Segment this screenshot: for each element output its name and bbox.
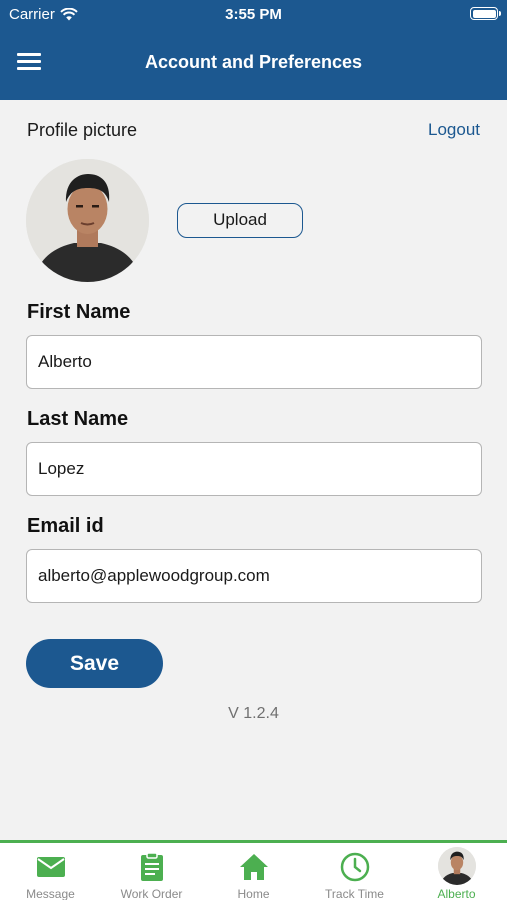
last-name-field[interactable]: Lopez — [26, 442, 482, 496]
email-field[interactable]: alberto@applewoodgroup.com — [26, 549, 482, 603]
home-icon — [239, 854, 268, 880]
tab-work-order[interactable]: Work Order — [101, 843, 202, 900]
status-bar: Carrier 3:55 PM — [0, 0, 507, 28]
clipboard-icon — [140, 852, 163, 881]
page-title: Account and Preferences — [144, 52, 363, 72]
clock-icon — [340, 852, 369, 882]
tab-work-order-label: Work Order — [120, 887, 183, 900]
app-version: V 1.2.4 — [228, 705, 279, 722]
bottom-tab-bar: Message Work Order Home Track Time Alber… — [0, 840, 507, 900]
profile-avatar — [26, 159, 149, 282]
save-button[interactable]: Save — [26, 639, 163, 688]
first-name-field[interactable]: Alberto — [26, 335, 482, 389]
battery-icon — [470, 7, 501, 20]
email-label: Email id — [27, 515, 104, 537]
first-name-label: First Name — [27, 301, 131, 323]
tab-home-label: Home — [237, 887, 270, 900]
logout-link[interactable]: Logout — [428, 120, 480, 140]
tab-track-time-label: Track Time — [325, 887, 384, 900]
envelope-icon — [36, 857, 65, 877]
tab-home[interactable]: Home — [203, 843, 304, 900]
upload-button[interactable]: Upload — [177, 203, 303, 238]
person-photo-icon — [26, 159, 149, 282]
tab-message-label: Message — [26, 887, 75, 900]
tab-profile[interactable]: Alberto — [406, 843, 507, 900]
avatar — [437, 847, 476, 885]
tab-track-time[interactable]: Track Time — [304, 843, 405, 900]
last-name-label: Last Name — [27, 408, 129, 430]
profile-picture-label: Profile picture — [27, 120, 138, 140]
app-header: Carrier 3:55 PM Account and Preferences — [0, 0, 507, 100]
tab-message[interactable]: Message — [0, 843, 101, 900]
tab-profile-label: Alberto — [437, 887, 476, 900]
status-time: 3:55 PM — [225, 6, 282, 23]
